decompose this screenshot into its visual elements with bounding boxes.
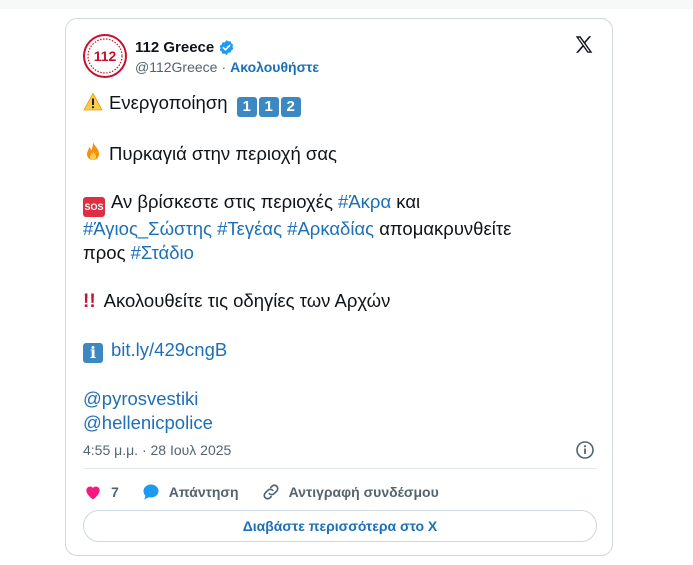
tweet-line-3: SOS Αν βρίσκεστε στις περιοχές #Άκρα και xyxy=(83,190,598,217)
info-circle-icon[interactable] xyxy=(575,440,595,460)
avatar-logo-icon: 112 xyxy=(87,38,123,74)
hashtag-akra[interactable]: #Άκρα xyxy=(338,191,391,212)
hashtag-tegeas[interactable]: #Τεγέας xyxy=(217,218,282,239)
action-bar: 7 Απάντηση Αντιγραφή συνδέσμου xyxy=(83,481,461,503)
timestamp[interactable]: 4:55 μ.μ. · 28 Ιουλ 2025 xyxy=(83,442,231,458)
hashtag-stadio[interactable]: #Στάδιο xyxy=(131,242,194,263)
and-text: και xyxy=(396,191,421,212)
account-name-row[interactable]: 112 Greece xyxy=(135,37,235,57)
short-link[interactable]: bit.ly/429cngB xyxy=(111,339,227,360)
keycap-1: 1 xyxy=(236,97,257,117)
tweet-line-7: i bit.ly/429cngB xyxy=(83,338,598,363)
embedded-tweet-card: 112 112 Greece @112Greece · Ακολουθήστε … xyxy=(65,18,613,556)
double-exclamation-icon: !! xyxy=(83,291,96,312)
tweet-text: Ενεργοποίηση 112 Πυρκαγιά στην περιοχή σ… xyxy=(83,91,598,435)
tweet-line-6: !! Ακολουθείτε τις οδηγίες των Αρχών xyxy=(83,289,598,314)
avatar[interactable]: 112 xyxy=(83,34,127,78)
tweet-line-2: Πυρκαγιά στην περιοχή σας xyxy=(83,141,598,166)
mention-pyrosvestiki[interactable]: @pyrosvestiki xyxy=(83,388,198,409)
account-handle[interactable]: @112Greece xyxy=(135,59,217,75)
link-icon xyxy=(263,484,279,500)
follow-button[interactable]: Ακολουθήστε xyxy=(230,59,319,75)
avatar-text: 112 xyxy=(94,48,117,64)
read-more-button[interactable]: Διαβάστε περισσότερα στο X xyxy=(83,510,597,542)
instructions-text: Ακολουθείτε τις οδηγίες των Αρχών xyxy=(103,290,391,311)
reply-button[interactable]: Απάντηση xyxy=(141,482,239,502)
tweet-line-8: @pyrosvestiki xyxy=(83,387,598,411)
tweet-line-4: #Άγιος_Σώστης #Τεγέας #Αρκαδίας απομακρυ… xyxy=(83,217,598,241)
handle-row: @112Greece · Ακολουθήστε xyxy=(135,59,319,75)
tweet-line-9: @hellenicpolice xyxy=(83,411,598,435)
hashtag-agios-sostis[interactable]: #Άγιος_Σώστης xyxy=(83,218,212,239)
speech-bubble-icon xyxy=(143,484,159,500)
separator-dot: · xyxy=(221,59,227,75)
evacuate-text: απομακρυνθείτε xyxy=(379,218,512,239)
hashtag-arkadias[interactable]: #Αρκαδίας xyxy=(287,218,374,239)
like-count: 7 xyxy=(111,484,119,500)
top-band xyxy=(0,0,693,9)
keycap-2: 2 xyxy=(280,97,301,117)
warning-icon xyxy=(83,92,103,111)
account-name[interactable]: 112 Greece xyxy=(135,39,214,56)
sos-icon: SOS xyxy=(83,197,105,217)
copy-link-label: Αντιγραφή συνδέσμου xyxy=(288,484,439,500)
copy-link-button[interactable]: Αντιγραφή συνδέσμου xyxy=(261,482,439,502)
activation-text: Ενεργοποίηση xyxy=(109,92,228,113)
keycap-1-second: 1 xyxy=(258,97,279,117)
fire-text: Πυρκαγιά στην περιοχή σας xyxy=(109,143,337,164)
divider xyxy=(83,468,597,469)
towards-text: προς xyxy=(83,242,126,263)
tweet-line-5: προς #Στάδιο xyxy=(83,241,598,265)
mention-hellenicpolice[interactable]: @hellenicpolice xyxy=(83,412,213,433)
tweet-line-1: Ενεργοποίηση 112 xyxy=(83,91,598,117)
like-button[interactable]: 7 xyxy=(83,482,119,502)
verified-badge-icon xyxy=(220,39,234,55)
info-icon: i xyxy=(83,343,103,363)
reply-label: Απάντηση xyxy=(168,484,239,500)
areas-text: Αν βρίσκεστε στις περιοχές xyxy=(111,191,333,212)
x-logo-icon[interactable] xyxy=(573,34,595,56)
fire-icon xyxy=(87,142,99,160)
heart-icon xyxy=(86,486,100,500)
